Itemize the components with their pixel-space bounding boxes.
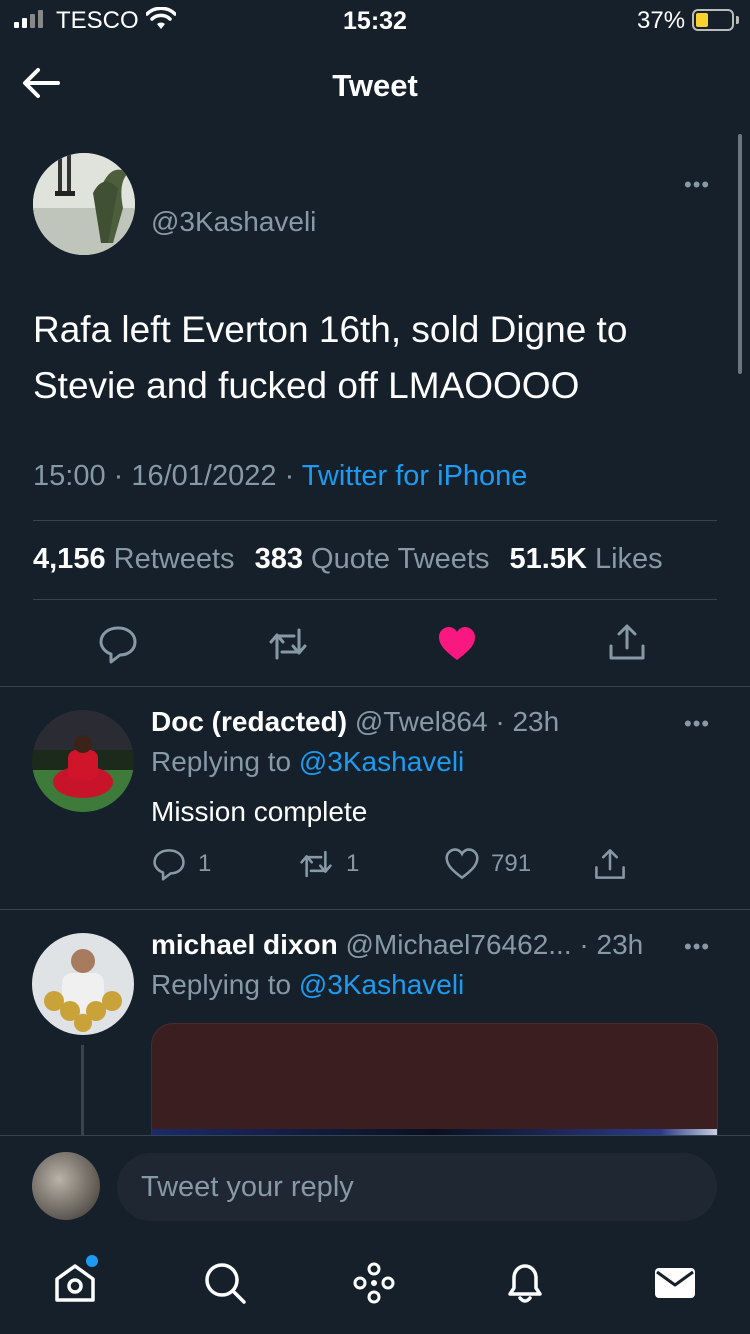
page-title: Tweet: [332, 68, 418, 103]
more-options-icon[interactable]: •••: [684, 711, 710, 737]
quotes-count[interactable]: 383: [255, 543, 303, 575]
author-avatar[interactable]: [33, 153, 135, 255]
replying-to: Replying to @3Kashaveli: [151, 746, 464, 778]
author-handle[interactable]: @3Kashaveli: [151, 206, 316, 238]
messages-icon[interactable]: [652, 1260, 698, 1306]
more-options-icon[interactable]: •••: [684, 934, 710, 960]
tweet-source-link[interactable]: Twitter for iPhone: [302, 460, 528, 492]
reply-text: Mission complete: [151, 796, 368, 827]
reply-header: Doc (redacted) @Twel864 · 23h: [151, 706, 560, 737]
reply-age: 23h: [596, 929, 644, 960]
user-avatar[interactable]: [32, 1152, 100, 1220]
share-icon[interactable]: [607, 622, 647, 662]
status-bar: TESCO 15:32 37%: [0, 0, 750, 42]
replying-to: Replying to @3Kashaveli: [151, 969, 464, 1001]
battery-tip: [736, 16, 739, 24]
reply-icon[interactable]: [152, 847, 186, 881]
likes-label[interactable]: Likes: [595, 543, 663, 575]
quotes-label[interactable]: Quote Tweets: [311, 543, 489, 575]
divider: [0, 909, 750, 910]
reply-author-name[interactable]: michael dixon: [151, 929, 338, 960]
reply-avatar[interactable]: [32, 710, 134, 812]
new-content-dot: [86, 1255, 98, 1267]
reply-input[interactable]: Tweet your reply: [117, 1153, 717, 1221]
replying-to-link[interactable]: @3Kashaveli: [299, 969, 464, 1000]
reply-author-name[interactable]: Doc (redacted): [151, 706, 347, 737]
reply-icon[interactable]: [98, 624, 138, 664]
retweet-count: 1: [346, 850, 360, 877]
retweet-icon[interactable]: [298, 847, 334, 881]
retweet-icon[interactable]: [268, 624, 308, 664]
likes-count[interactable]: 51.5K: [510, 543, 587, 575]
scrollbar[interactable]: [738, 134, 742, 374]
reply-count: 1: [198, 850, 212, 877]
tweet-date: 16/01/2022: [131, 460, 277, 492]
battery-icon: [692, 9, 734, 31]
replying-to-link[interactable]: @3Kashaveli: [299, 746, 464, 777]
replying-prefix: Replying to: [151, 969, 292, 1000]
retweets-label[interactable]: Retweets: [114, 543, 235, 575]
tweet-time: 15:00: [33, 460, 106, 492]
battery-percent: 37%: [637, 7, 686, 34]
share-icon[interactable]: [593, 847, 627, 881]
retweets-count[interactable]: 4,156: [33, 543, 106, 575]
like-icon[interactable]: [445, 847, 479, 881]
like-count: 791: [491, 850, 532, 877]
spaces-icon[interactable]: [351, 1260, 397, 1306]
replying-prefix: Replying to: [151, 746, 292, 777]
like-action[interactable]: 791: [445, 847, 531, 881]
retweet-action[interactable]: 1: [298, 847, 359, 881]
reply-action[interactable]: 1: [152, 847, 211, 881]
divider: [0, 686, 750, 687]
notifications-icon[interactable]: [502, 1260, 548, 1306]
like-icon-filled[interactable]: [437, 624, 477, 664]
tweet-text: Rafa left Everton 16th, sold Digne to St…: [33, 309, 628, 406]
reply-header: michael dixon @Michael76462... · 23h: [151, 929, 644, 960]
reply-age: 23h: [512, 706, 560, 737]
engagement-counts: 4,156 Retweets 383 Quote Tweets 51.5K Li…: [33, 543, 663, 576]
tweet-meta: 15:00 · 16/01/2022 · Twitter for iPhone: [33, 460, 528, 492]
search-icon[interactable]: [202, 1260, 248, 1306]
divider: [33, 520, 717, 521]
reply-author-handle[interactable]: @Twel864: [355, 706, 488, 737]
thread-line: [81, 1045, 84, 1135]
reply-media[interactable]: [151, 1023, 718, 1138]
divider: [33, 599, 717, 600]
reply-avatar[interactable]: [32, 933, 134, 1035]
more-options-icon[interactable]: •••: [684, 172, 710, 198]
reply-author-handle[interactable]: @Michael76462...: [346, 929, 572, 960]
